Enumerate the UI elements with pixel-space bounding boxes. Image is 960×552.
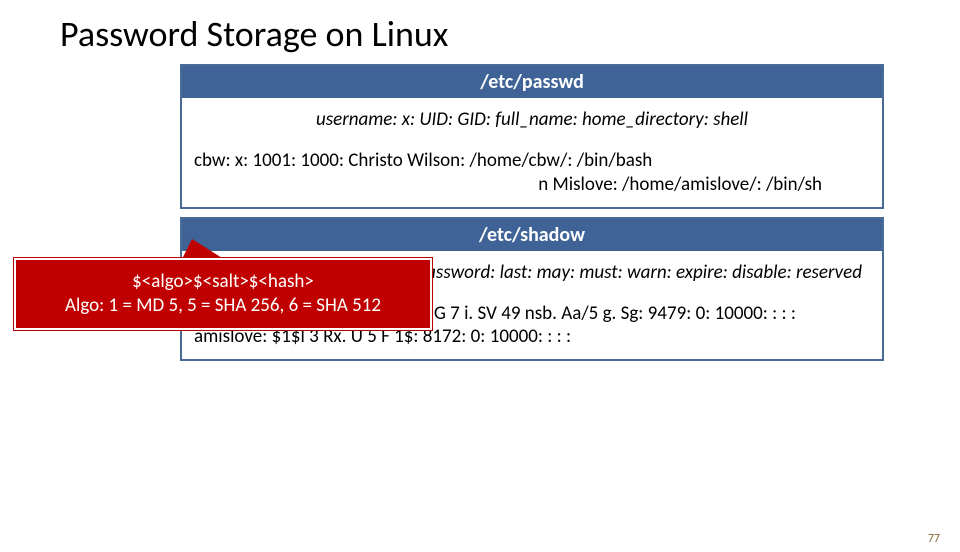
page-number: 77 [928, 532, 940, 546]
passwd-row-2: n Mislove: /home/amislove/: /bin/sh [194, 173, 870, 197]
slide-title: Password Storage on Linux [60, 12, 960, 56]
callout-line-2: Algo: 1 = MD 5, 5 = SHA 256, 6 = SHA 512 [24, 294, 422, 318]
passwd-header: /etc/passwd [182, 66, 882, 98]
passwd-panel: /etc/passwd username: x: UID: GID: full_… [180, 64, 884, 209]
shadow-header: /etc/shadow [182, 219, 882, 251]
hash-format-callout: $<algo>$<salt>$<hash> Algo: 1 = MD 5, 5 … [14, 258, 432, 330]
callout-line-1: $<algo>$<salt>$<hash> [24, 270, 422, 294]
passwd-row-1: cbw: x: 1001: 1000: Christo Wilson: /hom… [194, 149, 870, 173]
passwd-format: username: x: UID: GID: full_name: home_d… [182, 98, 882, 141]
passwd-body: cbw: x: 1001: 1000: Christo Wilson: /hom… [182, 141, 882, 207]
